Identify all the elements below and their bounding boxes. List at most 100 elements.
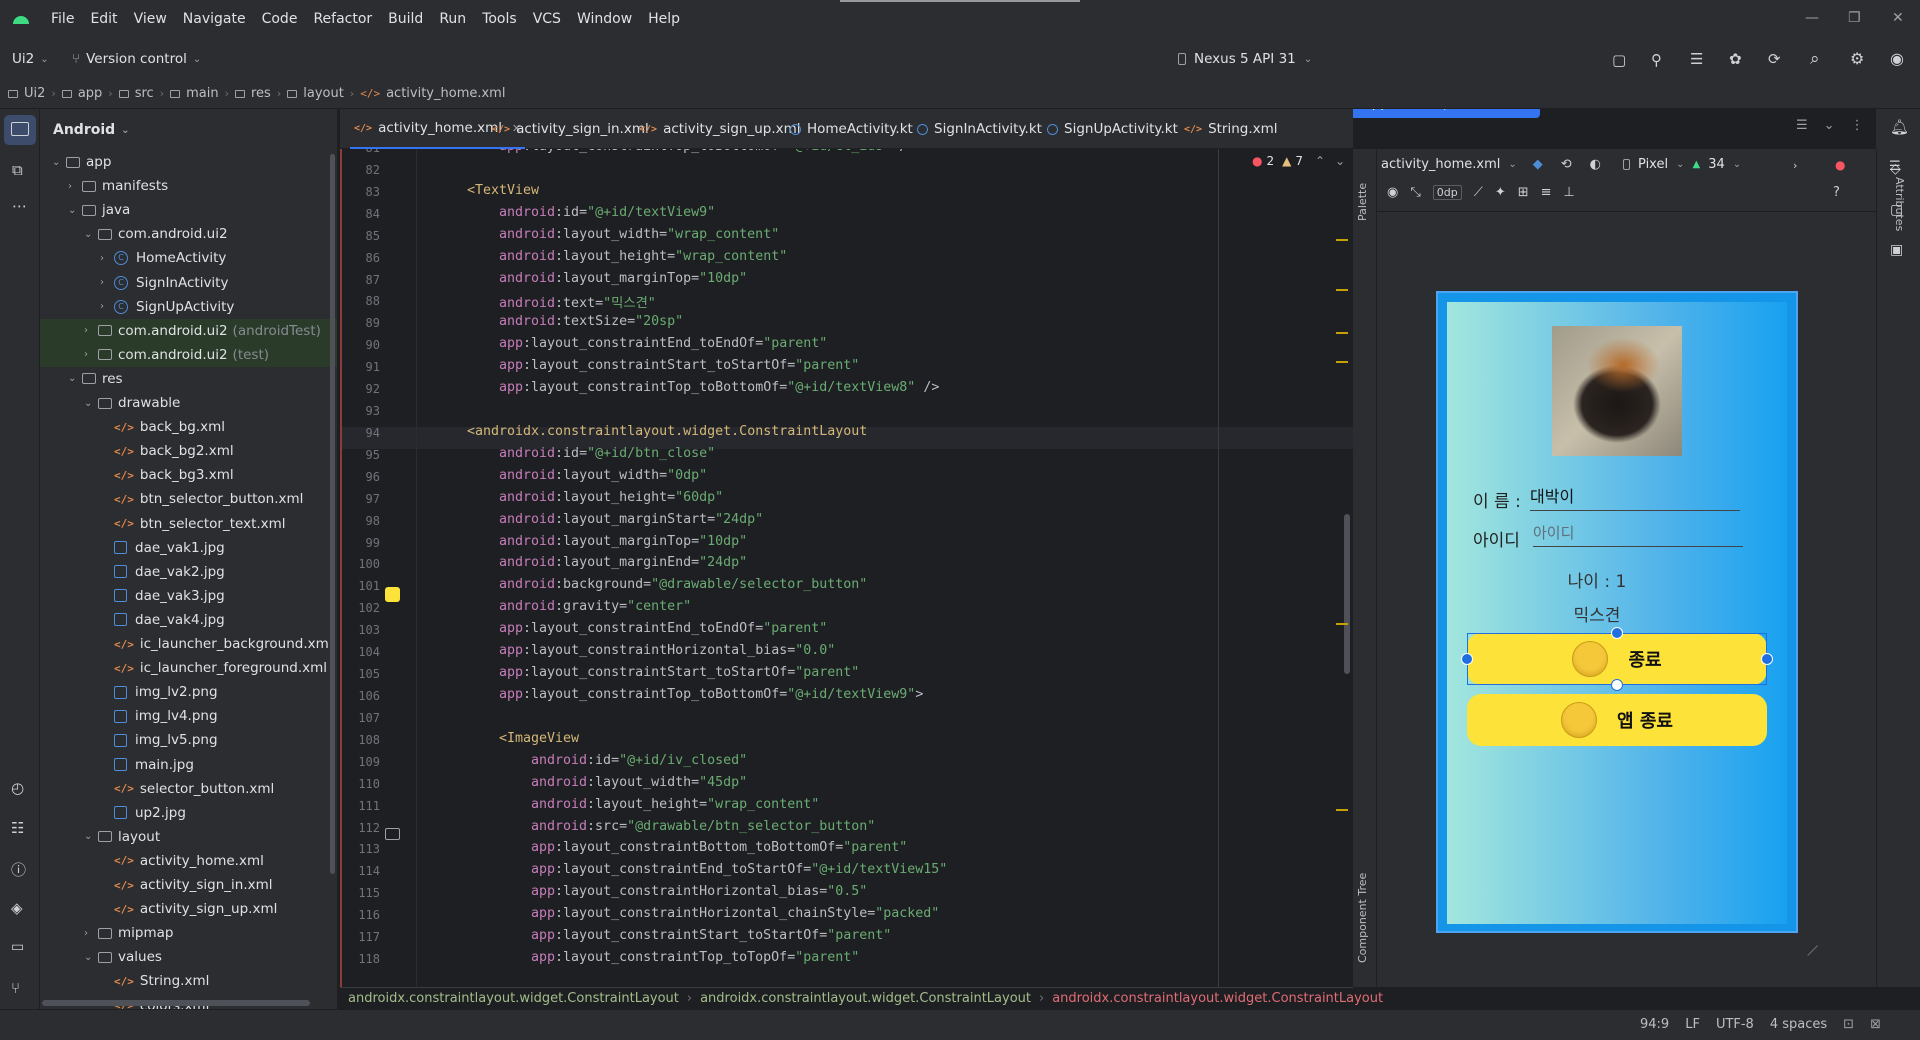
- tree-item[interactable]: ⌄ values: [40, 945, 337, 969]
- tree-item[interactable]: </> btn_selector_button.xml: [40, 487, 337, 511]
- tree-item[interactable]: </> activity_sign_up.xml: [40, 897, 337, 921]
- menu-view[interactable]: View: [133, 11, 168, 27]
- tab-signinactivity-kt[interactable]: SignInActivity.kt: [913, 109, 1046, 149]
- menu-navigate[interactable]: Navigate: [182, 11, 247, 27]
- tree-item[interactable]: </> selector_button.xml: [40, 777, 337, 801]
- menu-window[interactable]: Window: [576, 11, 633, 27]
- tree-item[interactable]: dae_vak3.jpg: [40, 584, 337, 608]
- expand-toolbar-icon[interactable]: ›: [1793, 159, 1797, 172]
- constraint-handle-right[interactable]: [1761, 653, 1773, 665]
- tree-item[interactable]: › C SignUpActivity: [40, 295, 337, 319]
- tree-item[interactable]: </> back_bg2.xml: [40, 439, 337, 463]
- device-preview[interactable]: 이 름 : 대박이 아이디 아이디 나이 : 1 믹스견 종료 앱 종료: [1436, 291, 1798, 933]
- breadcrumb-item[interactable]: layout: [303, 86, 344, 101]
- inspection-widget[interactable]: ● 2 ▲ 7 ⌃ ⌄: [1252, 154, 1345, 168]
- device-preview-selector[interactable]: Pixel: [1638, 157, 1668, 172]
- exit-app-button[interactable]: 앱 종료: [1467, 694, 1767, 746]
- profiler-icon[interactable]: ◴: [11, 779, 24, 797]
- tree-item[interactable]: › manifests: [40, 174, 337, 198]
- chevron-right-icon[interactable]: ›: [100, 301, 114, 312]
- chevron-down-icon[interactable]: ⌄: [84, 229, 98, 240]
- constraint-handle-left[interactable]: [1461, 653, 1473, 665]
- breadcrumb-item[interactable]: res: [251, 86, 271, 101]
- tab-activity_sign_in-xml[interactable]: </> activity_sign_in.xml: [488, 109, 653, 149]
- structure-icon[interactable]: ⧉: [12, 161, 23, 179]
- tree-item[interactable]: dae_vak4.jpg: [40, 608, 337, 632]
- editor-breadcrumb-item[interactable]: androidx.constraintlayout.widget.Constra…: [348, 991, 679, 1006]
- chevron-down-icon[interactable]: ⌄: [68, 205, 82, 216]
- tree-item[interactable]: </> back_bg.xml: [40, 415, 337, 439]
- image-preview-icon[interactable]: [385, 828, 400, 840]
- file-encoding[interactable]: UTF-8: [1716, 1017, 1754, 1032]
- eye-icon[interactable]: ◉: [1387, 185, 1398, 200]
- tree-item[interactable]: dae_vak2.jpg: [40, 560, 337, 584]
- tree-item[interactable]: img_lv5.png: [40, 728, 337, 752]
- autoconnect-icon[interactable]: ⤡: [1410, 185, 1420, 200]
- id-input[interactable]: 아이디: [1533, 522, 1743, 547]
- sdk-manager-icon[interactable]: ✿: [1729, 50, 1742, 68]
- read-only-lock-icon[interactable]: ⊡: [1843, 1017, 1854, 1032]
- tab-list-icon[interactable]: ☰: [1796, 118, 1808, 133]
- chevron-down-icon[interactable]: ⌄: [68, 373, 82, 384]
- git-icon[interactable]: ⑂: [11, 979, 20, 997]
- tree-item[interactable]: main.jpg: [40, 753, 337, 777]
- palette-tab[interactable]: Palette: [1356, 161, 1374, 221]
- tree-item[interactable]: ⌄ java: [40, 198, 337, 222]
- tree-item[interactable]: </> activity_home.xml: [40, 849, 337, 873]
- warning-marker[interactable]: [1336, 623, 1348, 625]
- chevron-down-icon[interactable]: ⌄: [84, 952, 98, 963]
- problems-icon[interactable]: ⓘ: [11, 859, 26, 880]
- color-swatch[interactable]: [385, 587, 400, 602]
- logcat-icon[interactable]: ☷: [11, 819, 24, 837]
- render-error-icon[interactable]: ●: [1835, 158, 1845, 172]
- device-manager-icon[interactable]: ▢: [1612, 51, 1626, 69]
- notifications-icon[interactable]: 🔔︎: [1890, 118, 1909, 136]
- menu-file[interactable]: File: [50, 11, 75, 27]
- tree-item[interactable]: </> back_bg3.xml: [40, 463, 337, 487]
- menu-code[interactable]: Code: [261, 11, 299, 27]
- warning-marker[interactable]: [1336, 332, 1348, 334]
- tree-item[interactable]: </> ic_launcher_foreground.xml: [40, 656, 337, 680]
- tree-item[interactable]: up2.jpg: [40, 801, 337, 825]
- clear-constraints-icon[interactable]: ⟋: [1474, 185, 1483, 200]
- menu-edit[interactable]: Edit: [89, 11, 118, 27]
- gradle-sync-icon[interactable]: ⟳: [1768, 50, 1781, 68]
- warning-marker[interactable]: [1336, 239, 1348, 241]
- tab-signupactivity-kt[interactable]: SignUpActivity.kt: [1043, 109, 1182, 149]
- night-mode-icon[interactable]: ◐: [1590, 157, 1601, 172]
- memory-indicator-icon[interactable]: ⊠: [1870, 1017, 1881, 1032]
- orientation-icon[interactable]: ⟲: [1561, 157, 1572, 172]
- tree-item[interactable]: › C HomeActivity: [40, 246, 337, 270]
- more-tools-icon[interactable]: ⋯: [12, 197, 27, 215]
- tree-item[interactable]: dae_vak1.jpg: [40, 536, 337, 560]
- tree-scrollbar[interactable]: [330, 154, 335, 874]
- constraint-handle-top[interactable]: [1611, 627, 1623, 639]
- default-margin-field[interactable]: 0dp: [1432, 185, 1462, 200]
- tree-item[interactable]: ⌄ app: [40, 150, 337, 174]
- infer-constraints-icon[interactable]: ✦: [1495, 185, 1506, 200]
- tab-string-xml[interactable]: </> String.xml: [1180, 109, 1282, 149]
- tree-item[interactable]: › com.android.ui2 (test): [40, 342, 337, 367]
- tree-horizontal-scrollbar[interactable]: [42, 1000, 310, 1006]
- chevron-down-icon[interactable]: ⌄: [84, 398, 98, 409]
- caret-position[interactable]: 94:9: [1640, 1017, 1669, 1032]
- editor-breadcrumb-item[interactable]: androidx.constraintlayout.widget.Constra…: [1052, 991, 1383, 1006]
- menu-run[interactable]: Run: [438, 11, 467, 27]
- chevron-right-icon[interactable]: ›: [84, 325, 98, 336]
- menu-refactor[interactable]: Refactor: [312, 11, 373, 27]
- warning-marker[interactable]: [1336, 289, 1348, 291]
- guidelines-icon[interactable]: ⊥: [1564, 185, 1575, 200]
- tree-item[interactable]: </> activity_sign_in.xml: [40, 873, 337, 897]
- prev-highlight-icon[interactable]: ⌃: [1315, 154, 1325, 168]
- sync-project-icon[interactable]: ☰: [1690, 50, 1703, 68]
- tree-item[interactable]: img_lv2.png: [40, 680, 337, 704]
- align-icon[interactable]: ≡: [1541, 185, 1552, 200]
- layout-file-selector[interactable]: activity_home.xml: [1381, 157, 1500, 172]
- chevron-right-icon[interactable]: ›: [100, 253, 114, 264]
- chevron-right-icon[interactable]: ›: [100, 277, 114, 288]
- indent-setting[interactable]: 4 spaces: [1770, 1017, 1827, 1032]
- next-highlight-icon[interactable]: ⌄: [1335, 154, 1345, 168]
- vcs-selector[interactable]: ⑂ Version control ⌄: [72, 51, 201, 67]
- tree-item[interactable]: </> String.xml: [40, 969, 337, 993]
- running-devices-icon[interactable]: ▣: [1890, 242, 1903, 258]
